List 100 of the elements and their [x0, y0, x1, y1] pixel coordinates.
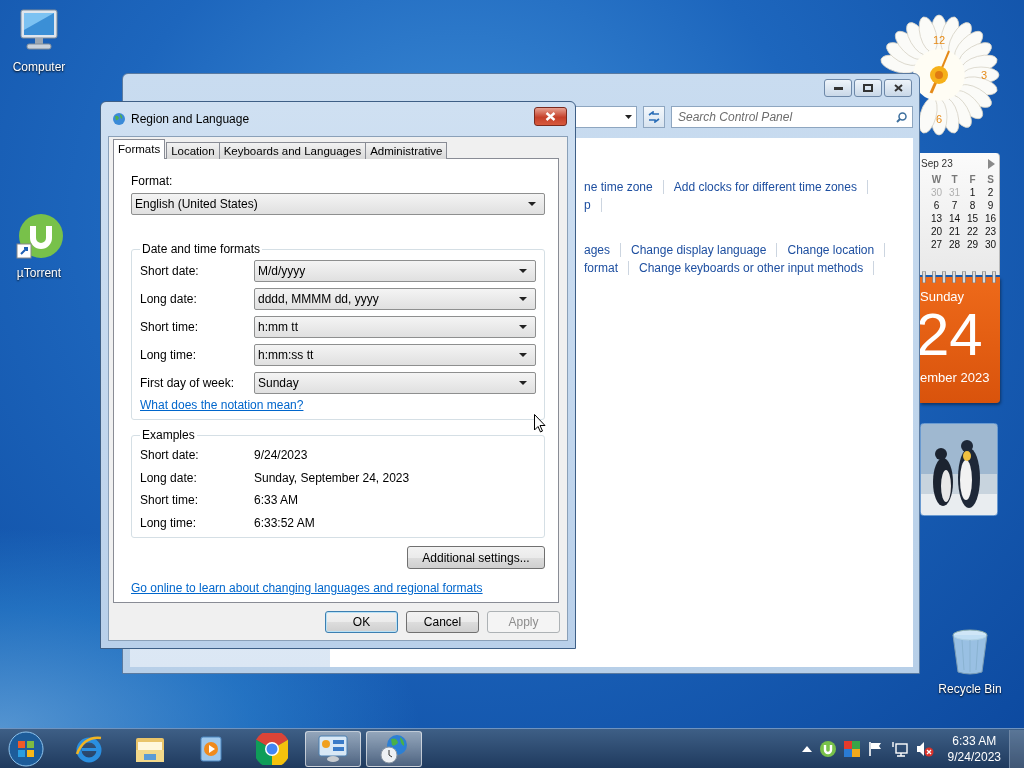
window-title: Region and Language: [131, 112, 250, 126]
utorrent-icon[interactable]: [819, 740, 836, 757]
weekday-heading: F: [968, 173, 977, 186]
example-value: Sunday, September 24, 2023: [254, 470, 410, 485]
calendar-day[interactable]: 21: [946, 225, 963, 238]
calendar-day[interactable]: 6: [928, 199, 945, 212]
search-field[interactable]: Search Control Panel: [671, 106, 913, 128]
calendar-day[interactable]: 2: [982, 186, 999, 199]
minimize-button[interactable]: [824, 79, 852, 97]
calendar-day[interactable]: 13: [928, 212, 945, 225]
format-dropdown[interactable]: dddd, MMMM dd, yyyy: [254, 288, 536, 310]
taskbar-button[interactable]: [305, 730, 361, 767]
clock-numeral: 3: [980, 69, 988, 81]
example-value: 6:33 AM: [254, 493, 299, 508]
close-icon: [545, 111, 556, 121]
taskbar-clock[interactable]: 6:33 AM 9/24/2023: [947, 732, 1001, 765]
globe-icon: [112, 112, 126, 126]
close-button[interactable]: [534, 106, 567, 126]
flag-icon[interactable]: [867, 740, 884, 757]
tab[interactable]: Keyboards and Languages: [218, 142, 367, 159]
dialog-button[interactable]: OK: [325, 611, 398, 633]
media-player-icon: [198, 734, 224, 763]
format-dropdown[interactable]: h:mm tt: [254, 316, 536, 338]
calendar-day[interactable]: 14: [946, 212, 963, 225]
desktop-icon-label[interactable]: Recycle Bin: [938, 682, 1002, 696]
weekday-heading: W: [930, 173, 943, 186]
task-link[interactable]: Change display language: [631, 243, 767, 257]
format-dropdown[interactable]: English (United States): [131, 193, 545, 215]
search-icon: [896, 112, 907, 123]
calendar-day[interactable]: 27: [928, 238, 945, 251]
calendar-day[interactable]: 15: [964, 212, 981, 225]
weekday-heading: T: [950, 173, 959, 186]
caret-icon: [519, 353, 527, 357]
calendar-day[interactable]: 23: [982, 225, 999, 238]
calendar-day[interactable]: 30: [982, 238, 999, 251]
field-label: Format:: [131, 174, 174, 188]
format-dropdown[interactable]: M/d/yyyy: [254, 260, 536, 282]
maximize-button[interactable]: [854, 79, 882, 97]
dialog-button[interactable]: Cancel: [406, 611, 479, 633]
calendar-day[interactable]: 7: [946, 199, 963, 212]
example-value: 6:33:52 AM: [254, 515, 315, 530]
task-link[interactable]: Change location: [787, 243, 875, 257]
calendar-day[interactable]: 8: [964, 199, 981, 212]
calendar-day[interactable]: 1: [964, 186, 981, 199]
tab[interactable]: Formats: [113, 139, 166, 159]
example-value: 9/24/2023: [254, 448, 308, 463]
task-link[interactable]: format: [584, 261, 618, 275]
field-label: Short date:: [140, 264, 200, 278]
help-link[interactable]: What does the notation mean?: [140, 398, 304, 412]
calendar-day[interactable]: 22: [964, 225, 981, 238]
task-link[interactable]: Change keyboards or other input methods: [639, 261, 864, 275]
recycle-bin-icon[interactable]: [950, 628, 990, 676]
show-hidden-icons-icon[interactable]: [801, 745, 812, 752]
field-label: Long time:: [140, 515, 198, 530]
additional-settings-button[interactable]: Additional settings...: [407, 546, 545, 569]
task-link[interactable]: ages: [584, 243, 611, 257]
caret-icon: [519, 325, 527, 329]
tiles-icon[interactable]: [843, 740, 860, 757]
calendar-day[interactable]: 29: [964, 238, 981, 251]
format-dropdown[interactable]: h:mm:ss tt: [254, 344, 536, 366]
field-label: Short time:: [140, 493, 200, 508]
utorrent-icon[interactable]: [15, 212, 63, 260]
next-month-icon[interactable]: [987, 158, 995, 169]
caret-icon: [519, 381, 527, 385]
caret-icon: [519, 269, 527, 273]
network-icon[interactable]: [891, 740, 908, 757]
caret-icon: [528, 202, 536, 206]
clock-hands-drawing: [929, 50, 950, 94]
refresh-button[interactable]: [643, 106, 665, 128]
tab[interactable]: Administrative: [365, 142, 448, 159]
desktop-icon-label[interactable]: Computer: [12, 60, 66, 74]
start-button[interactable]: [8, 730, 44, 767]
close-icon: [893, 84, 903, 92]
group-title: Date and time formats: [141, 242, 262, 256]
field-label: Short time:: [140, 320, 200, 334]
task-link[interactable]: p: [584, 198, 591, 212]
calendar-date: 24: [916, 304, 984, 366]
calendar-day[interactable]: 20: [928, 225, 945, 238]
control-panel-icon: [317, 733, 349, 764]
format-dropdown[interactable]: Sunday: [254, 372, 536, 394]
desktop-icon-label[interactable]: µTorrent: [16, 266, 62, 280]
task-link[interactable]: ne time zone: [584, 180, 653, 194]
chrome-icon: [256, 732, 288, 765]
maximize-icon: [863, 84, 873, 92]
dropdown-icon: [625, 115, 633, 119]
calendar-day[interactable]: 16: [982, 212, 999, 225]
field-label: Long time:: [140, 348, 198, 362]
task-link[interactable]: Add clocks for different time zones: [673, 180, 857, 194]
taskbar-button[interactable]: [366, 730, 422, 767]
clock-numeral: 6: [935, 113, 943, 125]
calendar-day[interactable]: 28: [946, 238, 963, 251]
tab[interactable]: Location: [166, 142, 220, 159]
field-label: Long date:: [140, 470, 198, 485]
calendar-day[interactable]: 9: [982, 199, 999, 212]
calendar-month-year: ember 2023: [920, 370, 991, 385]
online-link[interactable]: Go online to learn about changing languages and regional formats: [131, 581, 483, 595]
close-button[interactable]: [884, 79, 912, 97]
speaker-muted-icon[interactable]: [915, 740, 934, 757]
refresh-icon: [647, 111, 662, 123]
field-label: First day of week:: [140, 376, 236, 390]
